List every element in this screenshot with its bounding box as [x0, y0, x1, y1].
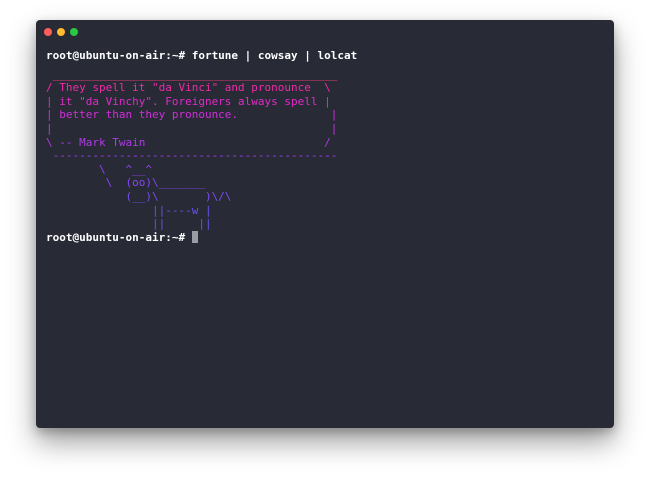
command-line: root@ubuntu-on-air:~# fortune | cowsay |… [46, 49, 358, 62]
close-button[interactable] [44, 28, 52, 36]
prompt-text: root@ubuntu-on-air:~# [46, 230, 186, 244]
prompt-line: root@ubuntu-on-air:~# [46, 230, 608, 245]
title-bar [36, 20, 614, 42]
cowsay-output-line: \ -- Mark Twain / [46, 135, 331, 149]
cowsay-output-line: / They spell it "da Vinci" and pronounce… [46, 81, 331, 95]
terminal-window[interactable]: root@ubuntu-on-air:~# fortune | cowsay |… [36, 20, 614, 428]
cowsay-output-line: ||----w | [46, 203, 212, 217]
minimize-button[interactable] [57, 28, 65, 36]
cowsay-output-line: | | [46, 121, 338, 135]
cowsay-output-line: \ (oo)\_______ [46, 176, 205, 190]
cowsay-output-line: \ ^__^ [46, 162, 152, 176]
cowsay-output-line: | better than they pronounce. | [46, 108, 338, 122]
cowsay-output-line: ________________________________________… [46, 67, 338, 81]
cowsay-output-line: | it "da Vinchy". Foreigners always spel… [46, 94, 331, 108]
cowsay-output-line: ----------------------------------------… [46, 149, 338, 163]
cowsay-output-line: || || [46, 217, 212, 231]
cursor [191, 230, 198, 243]
zoom-button[interactable] [70, 28, 78, 36]
terminal-content[interactable]: root@ubuntu-on-air:~# fortune | cowsay |… [46, 49, 608, 422]
cowsay-output-line: (__)\ )\/\ [46, 189, 232, 203]
